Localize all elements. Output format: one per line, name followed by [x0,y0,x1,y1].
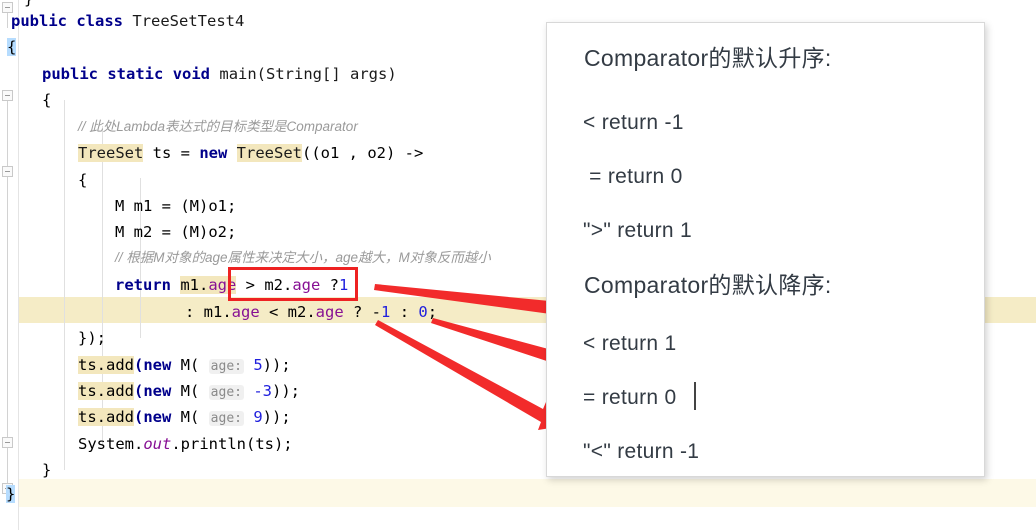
token-ts-add: ts.add [78,356,134,374]
panel-text-caret [694,382,696,410]
token-number-9: 9 [253,408,263,426]
code-line-18: System.out.println(ts); [78,435,293,453]
code-line-17: ts.add(new M( age: 9)); [78,408,291,426]
token-return: return [115,276,171,294]
token-void: void [172,65,211,83]
param-hint-age: age: [208,411,244,426]
token-number-5: 5 [253,356,263,374]
panel-desc-rule-1: = return 0 [583,386,677,409]
panel-desc-rule-2: "<" return -1 [583,440,700,463]
panel-asc-rule-0: < return -1 [583,111,684,134]
token-close-lambda: }); [78,329,106,347]
token-ts-assign: ts = [143,144,200,162]
code-line-19: } [42,461,52,479]
token-field-age: age [231,303,260,321]
token-brace-close: } [24,0,33,8]
token-new: new [199,144,228,162]
token-brace-open: { [42,91,52,109]
token-public: public [42,65,98,83]
token-treeset-ctor: TreeSet [236,144,302,162]
token-field-age: age [315,303,344,321]
annotation-panel: Comparator的默认升序: < return -1 = return 0 … [546,22,985,477]
token-number-neg3: -3 [253,382,272,400]
code-line-10: M m2 = (M)o2; [115,219,236,245]
param-hint-age: age: [208,359,244,374]
code-line-20: } [6,481,16,507]
code-line-16: ts.add(new M( age: -3)); [78,382,300,400]
code-line-3: public static void main(String[] args) [42,61,397,87]
token-ts-add: ts.add [78,382,134,400]
code-line-2: { [7,34,17,60]
token-treeset-type: TreeSet [78,144,144,162]
panel-desc-rule-0: < return 1 [583,332,677,355]
code-line-15: ts.add(new M( age: 5)); [78,356,291,374]
token-brace-close-matched: } [6,485,16,503]
panel-ascending-title: Comparator的默认升序: [584,45,832,71]
code-comment-line-6: // 此处Lambda表达式的目标类型是Comparator [78,119,358,134]
param-hint-age: age: [208,385,244,400]
panel-asc-rule-2: ">" return 1 [583,219,692,242]
token-ts-add: ts.add [78,408,134,426]
token-class: class [76,12,124,30]
token-public: public [11,12,67,30]
code-line-14: }); [78,325,106,351]
token-out: out [143,435,172,453]
code-line-8: { [78,171,88,189]
code-line-13: : m1.age < m2.age ? -1 : 0; [185,303,438,321]
screenshot-root: } public class TreeSetTest4 { public sta… [0,0,1036,530]
token-m1-decl: M m1 = (M)o1; [115,197,237,215]
panel-asc-rule-1: = return 0 [583,165,683,188]
red-highlight-box [228,267,358,301]
token-m2-decl: M m2 = (M)o2; [115,223,237,241]
code-line-4: { [42,87,51,113]
code-line-7: TreeSet ts = new TreeSet((o1 , o2) -> [78,140,423,166]
token-brace-open-matched: { [7,38,17,56]
token-static: static [107,65,164,83]
token-main-signature: main(String[] args) [219,65,397,83]
panel-descending-title: Comparator的默认降序: [584,272,832,298]
token-class-name: TreeSetTest4 [132,12,245,30]
code-line-9: M m1 = (M)o1; [115,193,236,219]
token-lambda-params: ((o1 , o2) -> [302,144,424,162]
code-line-1: public class TreeSetTest4 [11,8,244,34]
